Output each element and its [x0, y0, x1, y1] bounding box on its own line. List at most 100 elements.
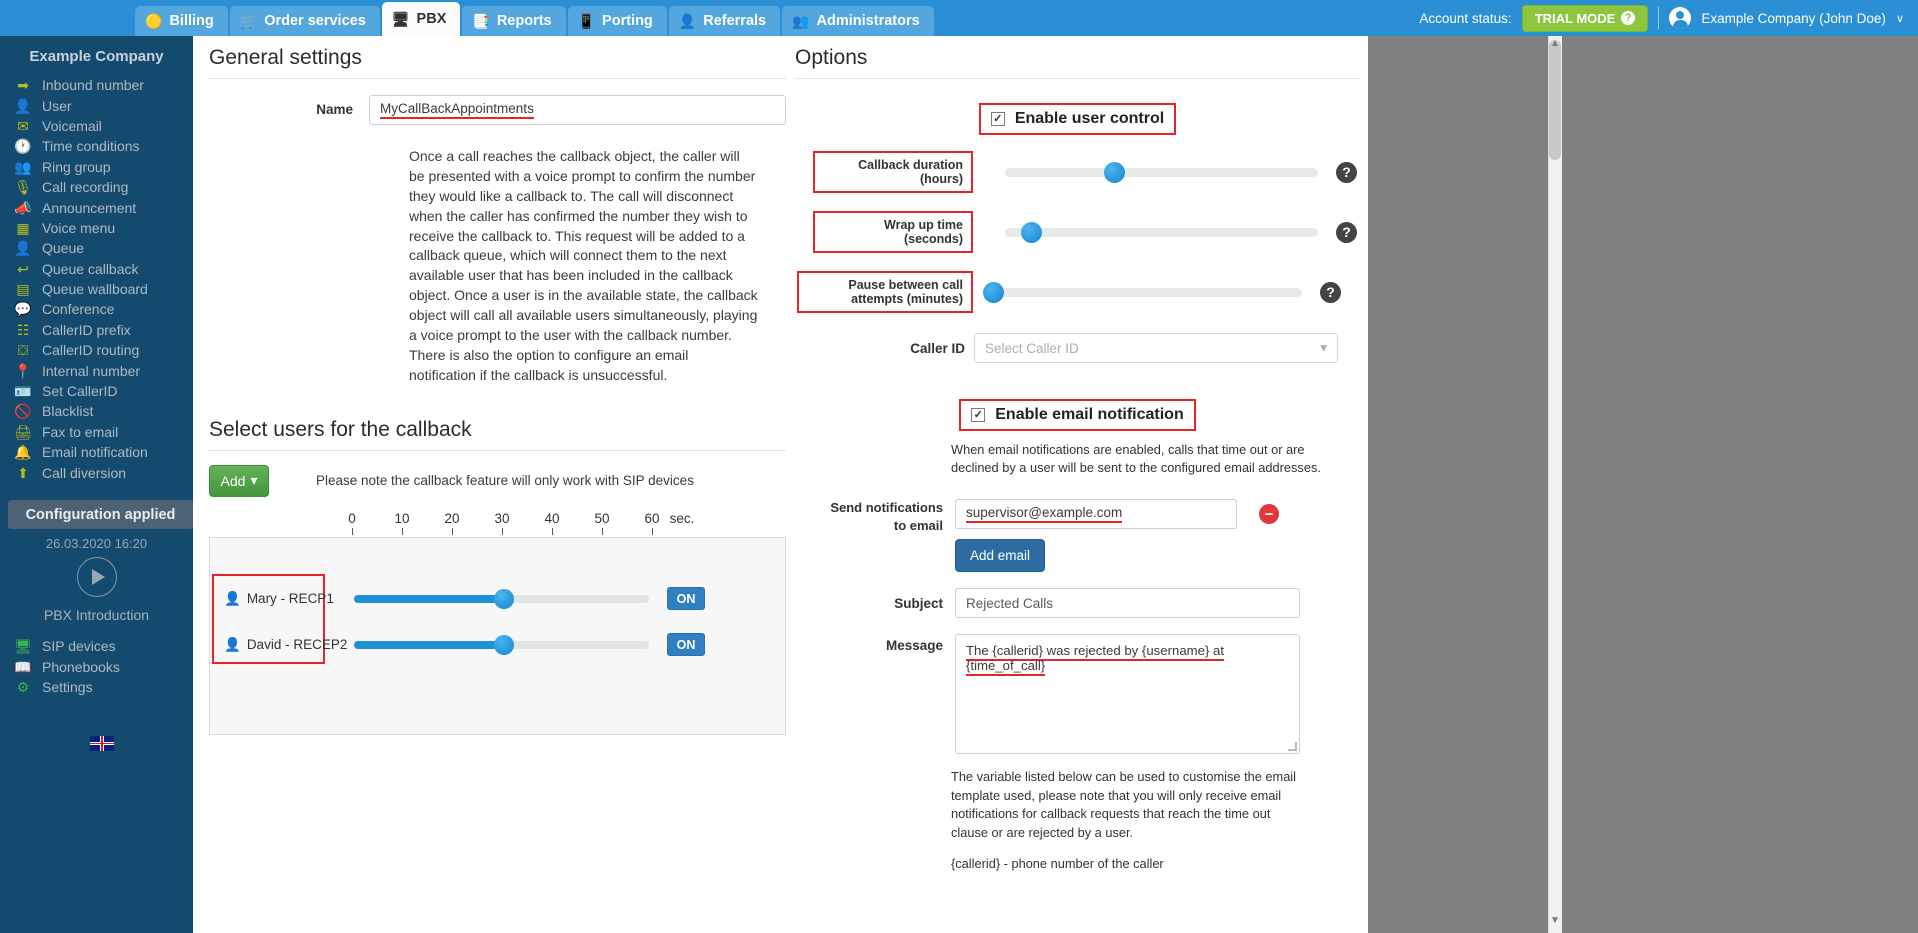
- megaphone-icon: 📣: [14, 199, 32, 216]
- empty-desktop-area: [1368, 36, 1918, 933]
- sidebar-item-label: Time conditions: [42, 138, 140, 155]
- user-name-label: Mary - RECP1: [246, 591, 334, 606]
- uk-flag-icon[interactable]: [90, 736, 114, 751]
- name-label: Name: [316, 102, 353, 117]
- ruler-unit: sec.: [669, 510, 695, 526]
- sidebar-item-label: SIP devices: [42, 638, 116, 655]
- slider-handle[interactable]: [494, 634, 514, 655]
- configuration-applied-button[interactable]: Configuration applied: [8, 500, 193, 529]
- scrollbar-thumb[interactable]: [1549, 40, 1561, 160]
- callback-duration-slider[interactable]: [1005, 161, 1318, 183]
- tab-order-services[interactable]: 🛒 Order services: [229, 6, 380, 36]
- scroll-down-icon[interactable]: ▼: [1550, 915, 1560, 926]
- sidebar-item-queue-wallboard[interactable]: ▤ Queue wallboard: [0, 279, 193, 299]
- sidebar-item-label: Queue callback: [42, 260, 139, 277]
- email-notification-note: When email notifications are enabled, ca…: [951, 442, 1321, 476]
- scroll-up-icon[interactable]: ▲: [1550, 38, 1560, 49]
- sidebar-item-set-callerid[interactable]: 🪪 Set CallerID: [0, 381, 193, 401]
- email-input[interactable]: supervisor@example.com: [955, 499, 1237, 530]
- slider-handle[interactable]: [983, 281, 1004, 303]
- user-list-panel: 👤 Mary - RECP1 ON 👤 David - RECEP2 ON: [209, 536, 786, 735]
- sidebar-item-internal-number[interactable]: 📍 Internal number: [0, 360, 193, 380]
- user-menu-label[interactable]: Example Company (John Doe): [1701, 11, 1886, 26]
- caller-id-label: Caller ID: [910, 340, 965, 356]
- sidebar-item-ring-group[interactable]: 👥 Ring group: [0, 157, 193, 177]
- trial-mode-badge[interactable]: TRIAL MODE ?: [1521, 4, 1649, 32]
- user-toggle-button[interactable]: ON: [667, 633, 705, 656]
- slider-handle[interactable]: [494, 588, 514, 609]
- user-icon: 👤: [14, 97, 32, 114]
- name-field-row: Name MyCallBackAppointments: [209, 95, 786, 125]
- help-icon[interactable]: ?: [1336, 161, 1357, 183]
- send-notifications-label-line2: to email: [893, 517, 943, 533]
- help-icon[interactable]: ?: [1320, 281, 1341, 303]
- wrap-up-time-slider[interactable]: [1005, 221, 1318, 243]
- caller-id-select[interactable]: Select Caller ID ▾: [974, 333, 1338, 363]
- callback-duration-row: Callback duration (hours) ?: [795, 151, 1360, 193]
- sidebar-item-fax-to-email[interactable]: 🖨 Fax to email: [0, 422, 193, 442]
- name-input[interactable]: MyCallBackAppointments: [369, 95, 786, 125]
- sidebar-item-call-recording[interactable]: 🎙 Call recording: [0, 177, 193, 197]
- add-email-button[interactable]: Add email: [955, 539, 1046, 573]
- sidebar-item-conference[interactable]: 💬 Conference: [0, 299, 193, 319]
- sidebar-item-user[interactable]: 👤 User: [0, 95, 193, 115]
- sidebar-item-announcement[interactable]: 📣 Announcement: [0, 197, 193, 217]
- user-toggle-button[interactable]: ON: [667, 587, 705, 610]
- clock-icon: 🕐: [14, 138, 32, 155]
- message-textarea[interactable]: The {callerid} was rejected by {username…: [955, 634, 1300, 755]
- pause-between-attempts-slider[interactable]: [983, 281, 1302, 303]
- user-ring-slider[interactable]: [354, 634, 649, 655]
- sidebar-item-inbound-number[interactable]: ➡ Inbound number: [0, 75, 193, 95]
- sidebar-item-label: CallerID routing: [42, 342, 140, 359]
- enable-user-control-row[interactable]: ✓ Enable user control: [978, 103, 1177, 135]
- sidebar-item-blacklist[interactable]: 🚫 Blacklist: [0, 401, 193, 421]
- sidebar-item-phonebooks[interactable]: 📖 Phonebooks: [0, 656, 193, 676]
- enable-email-notification-label: Enable email notification: [995, 406, 1184, 423]
- printer-icon: 🖨: [14, 423, 32, 440]
- sidebar-item-queue-callback[interactable]: ↩ Queue callback: [0, 259, 193, 279]
- help-icon[interactable]: ?: [1336, 221, 1357, 243]
- help-icon[interactable]: ?: [1621, 11, 1636, 25]
- sidebar-item-label: Set CallerID: [42, 383, 118, 400]
- page-title: General settings: [209, 46, 786, 79]
- pbx-introduction-video[interactable]: PBX Introduction: [0, 557, 193, 623]
- sidebar-item-queue[interactable]: 👤 Queue: [0, 238, 193, 258]
- chevron-down-icon[interactable]: ∨: [1896, 12, 1904, 25]
- subject-input[interactable]: Rejected Calls: [955, 588, 1300, 619]
- user-ring-slider[interactable]: [354, 588, 649, 609]
- pbx-icon: 🖥: [391, 11, 410, 27]
- enable-user-control-checkbox[interactable]: ✓: [990, 112, 1005, 126]
- sidebar-item-callerid-prefix[interactable]: ☷ CallerID prefix: [0, 320, 193, 340]
- sidebar-item-sip-devices[interactable]: 🖥 SIP devices: [0, 636, 193, 656]
- page-scrollbar[interactable]: [1548, 36, 1562, 933]
- play-icon[interactable]: [76, 557, 117, 597]
- sidebar-item-voice-menu[interactable]: ▦ Voice menu: [0, 218, 193, 238]
- tab-reports[interactable]: 📑 Reports: [462, 6, 566, 36]
- slider-handle[interactable]: [1104, 161, 1125, 183]
- sidebar-item-time-conditions[interactable]: 🕐 Time conditions: [0, 136, 193, 156]
- resize-grip-icon[interactable]: [1288, 742, 1297, 752]
- tab-billing[interactable]: 🟡 Billing: [135, 6, 228, 36]
- sidebar-company-title: Example Company: [29, 48, 164, 65]
- sitemap-icon: ⛋: [17, 342, 29, 359]
- remove-email-button[interactable]: −: [1259, 504, 1279, 525]
- sidebar-item-label: Email notification: [42, 444, 148, 461]
- enable-email-notification-checkbox[interactable]: ✓: [971, 408, 986, 422]
- gear-icon: ⚙: [16, 678, 30, 695]
- sidebar-item-email-notification[interactable]: 🔔 Email notification: [0, 442, 193, 462]
- tab-pbx[interactable]: 🖥 PBX: [381, 2, 461, 36]
- book-icon: 📖: [14, 658, 32, 675]
- sidebar-item-callerid-routing[interactable]: ⛋ CallerID routing: [0, 340, 193, 360]
- tab-administrators[interactable]: 👥 Administrators: [782, 6, 934, 36]
- enable-email-notification-row[interactable]: ✓ Enable email notification: [959, 399, 1196, 431]
- message-label: Message: [885, 638, 943, 654]
- user-icon: 👤: [224, 590, 241, 606]
- sidebar-item-settings[interactable]: ⚙ Settings: [0, 677, 193, 697]
- sidebar-item-voicemail[interactable]: ✉ Voicemail: [0, 116, 193, 136]
- slider-handle[interactable]: [1021, 221, 1042, 243]
- add-user-button[interactable]: Add ▾: [209, 464, 269, 497]
- tab-referrals[interactable]: 👤 Referrals: [668, 6, 781, 36]
- cart-icon: 🛒: [239, 13, 258, 29]
- sidebar-item-call-diversion[interactable]: ⬆ Call diversion: [0, 462, 193, 482]
- tab-porting[interactable]: 📱 Porting: [567, 6, 667, 36]
